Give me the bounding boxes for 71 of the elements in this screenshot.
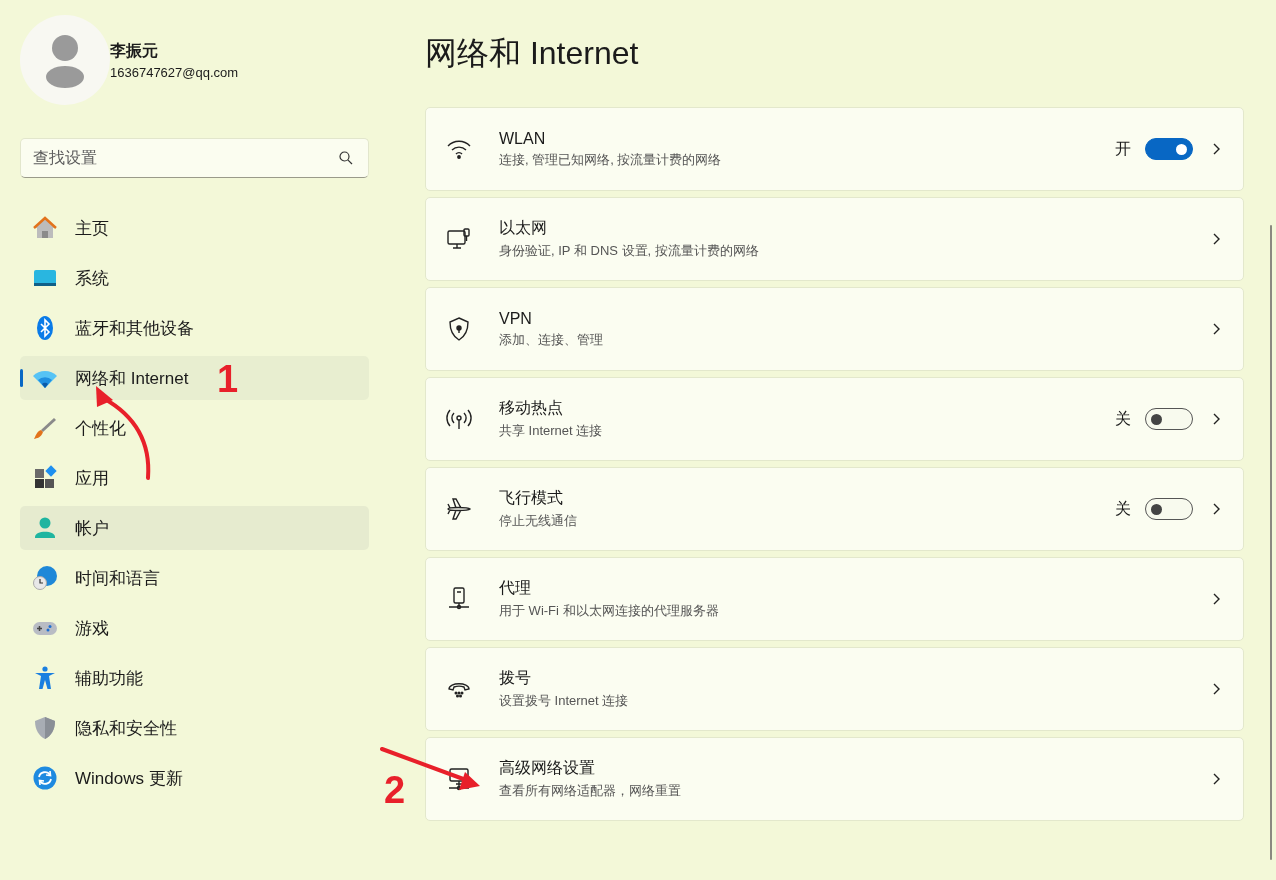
- settings-card[interactable]: 以太网 身份验证, IP 和 DNS 设置, 按流量计费的网络: [425, 197, 1244, 281]
- settings-card[interactable]: 移动热点 共享 Internet 连接 关: [425, 377, 1244, 461]
- chevron-right-icon: [1211, 412, 1221, 426]
- card-title: WLAN: [499, 129, 547, 148]
- nav-item[interactable]: 应用: [20, 456, 369, 500]
- sync-icon: [32, 765, 58, 791]
- chevron-right-icon: [1211, 682, 1221, 696]
- card-description: 用于 Wi-Fi 和以太网连接的代理服务器: [499, 602, 720, 620]
- apps-icon: [32, 465, 58, 491]
- card-description: 停止无线通信: [499, 512, 578, 530]
- chevron-right-icon: [1211, 502, 1221, 516]
- network-computer-icon: [446, 766, 472, 792]
- search-field[interactable]: 查找设置: [20, 138, 369, 178]
- nav-item[interactable]: 蓝牙和其他设备: [20, 306, 369, 350]
- shield-icon: [32, 715, 58, 741]
- nav-item[interactable]: 帐户: [20, 506, 369, 550]
- card-title: 以太网: [499, 218, 548, 238]
- chevron-right-icon: [1211, 232, 1221, 246]
- card-title: 拨号: [499, 668, 532, 688]
- card-title: VPN: [499, 309, 533, 328]
- settings-card[interactable]: 高级网络设置 查看所有网络适配器，网络重置: [425, 737, 1244, 821]
- user-name: 李振元: [110, 40, 159, 61]
- card-description: 查看所有网络适配器，网络重置: [499, 782, 682, 800]
- card-description: 连接, 管理已知网络, 按流量计费的网络: [499, 150, 723, 169]
- toggle-state-label: 关: [1115, 498, 1131, 519]
- card-title: 飞行模式: [499, 488, 564, 508]
- computer-icon: [446, 226, 472, 252]
- nav-item[interactable]: 隐私和安全性: [20, 706, 369, 750]
- settings-card[interactable]: 拨号 设置拨号 Internet 连接: [425, 647, 1244, 731]
- nav-item[interactable]: 网络和 Internet 1: [20, 356, 369, 400]
- settings-card[interactable]: 飞行模式 停止无线通信 关: [425, 467, 1244, 551]
- nav-item[interactable]: 个性化: [20, 406, 369, 450]
- card-title: 高级网络设置: [499, 758, 596, 778]
- nav-item[interactable]: 时间和语言: [20, 556, 369, 600]
- card-description: 添加、连接、管理: [499, 330, 604, 349]
- annotation-number: 1: [217, 359, 239, 399]
- nav-item[interactable]: 主页: [20, 206, 369, 250]
- brush-icon: [32, 415, 58, 441]
- card-description: 设置拨号 Internet 连接: [499, 692, 630, 710]
- chevron-right-icon: [1211, 322, 1221, 336]
- toggle-state-label: 开: [1115, 138, 1131, 159]
- card-description: 身份验证, IP 和 DNS 设置, 按流量计费的网络: [499, 242, 760, 260]
- annotation-number: 2: [384, 770, 406, 810]
- user-email: 1636747627@qq.com: [110, 64, 239, 80]
- nav-item[interactable]: 系统: [20, 256, 369, 300]
- settings-card[interactable]: WLAN 连接, 管理已知网络, 按流量计费的网络 开: [425, 107, 1244, 191]
- page-title: 网络和 Internet: [425, 34, 640, 73]
- person-icon: [32, 515, 58, 541]
- search-icon: [339, 151, 353, 165]
- card-description: 共享 Internet 连接: [499, 422, 604, 440]
- toggle-switch[interactable]: [1145, 408, 1193, 430]
- chevron-right-icon: [1211, 772, 1221, 786]
- scrollbar[interactable]: [1270, 225, 1272, 860]
- chevron-right-icon: [1211, 142, 1221, 156]
- nav-item[interactable]: 辅助功能: [20, 656, 369, 700]
- shield-lock-icon: [446, 316, 472, 342]
- settings-card[interactable]: 代理 用于 Wi-Fi 和以太网连接的代理服务器: [425, 557, 1244, 641]
- nav-item[interactable]: 游戏: [20, 606, 369, 650]
- toggle-switch[interactable]: [1145, 498, 1193, 520]
- card-title: 代理: [499, 578, 532, 598]
- toggle-switch[interactable]: [1145, 138, 1193, 160]
- selection-indicator: [20, 369, 23, 387]
- server-icon: [446, 586, 472, 612]
- airplane-icon: [446, 496, 472, 522]
- chevron-right-icon: [1211, 592, 1221, 606]
- globe-clock-icon: [32, 565, 58, 591]
- settings-card[interactable]: VPN 添加、连接、管理: [425, 287, 1244, 371]
- home-icon: [32, 215, 58, 241]
- card-title: 移动热点: [499, 398, 564, 418]
- toggle-state-label: 关: [1115, 408, 1131, 429]
- nav-item[interactable]: Windows 更新: [20, 756, 369, 800]
